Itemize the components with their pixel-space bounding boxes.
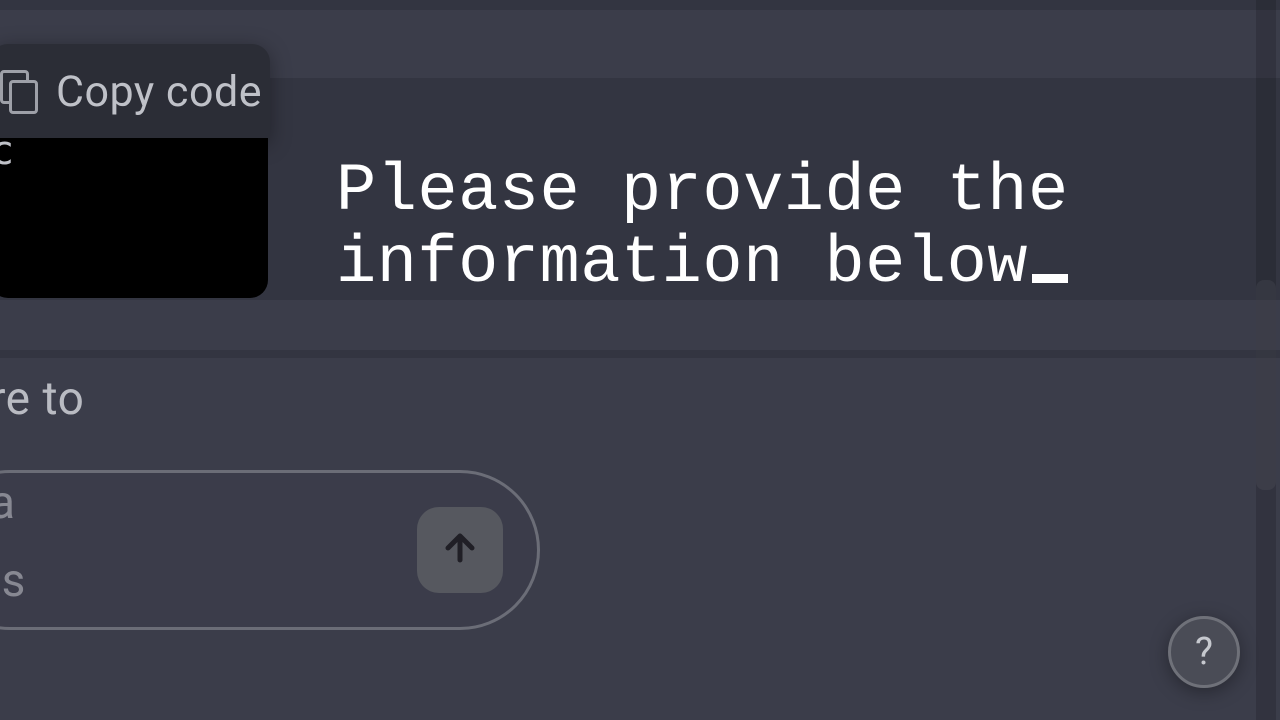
- scrollbar-thumb[interactable]: [1256, 280, 1276, 490]
- copy-code-button[interactable]: Copy code: [0, 44, 270, 140]
- background-text-fragment: re to: [0, 372, 84, 426]
- help-button[interactable]: ?: [1168, 616, 1240, 688]
- copy-code-label: Copy code: [56, 67, 262, 117]
- arrow-up-icon: [440, 528, 480, 572]
- decorative-band: [0, 0, 1280, 10]
- message-input[interactable]: [0, 470, 540, 630]
- overlay-prompt: Please provide the information below: [336, 156, 1069, 301]
- copy-icon: [0, 70, 38, 114]
- text-cursor: [1032, 274, 1068, 283]
- help-icon: ?: [1195, 630, 1213, 674]
- decorative-band: [0, 350, 1280, 358]
- send-button[interactable]: [417, 507, 503, 593]
- code-fragment: c: [0, 128, 14, 174]
- code-block-body: c: [0, 138, 268, 298]
- overlay-line-1: Please provide the: [336, 156, 1069, 228]
- overlay-line-2: information below: [336, 228, 1069, 300]
